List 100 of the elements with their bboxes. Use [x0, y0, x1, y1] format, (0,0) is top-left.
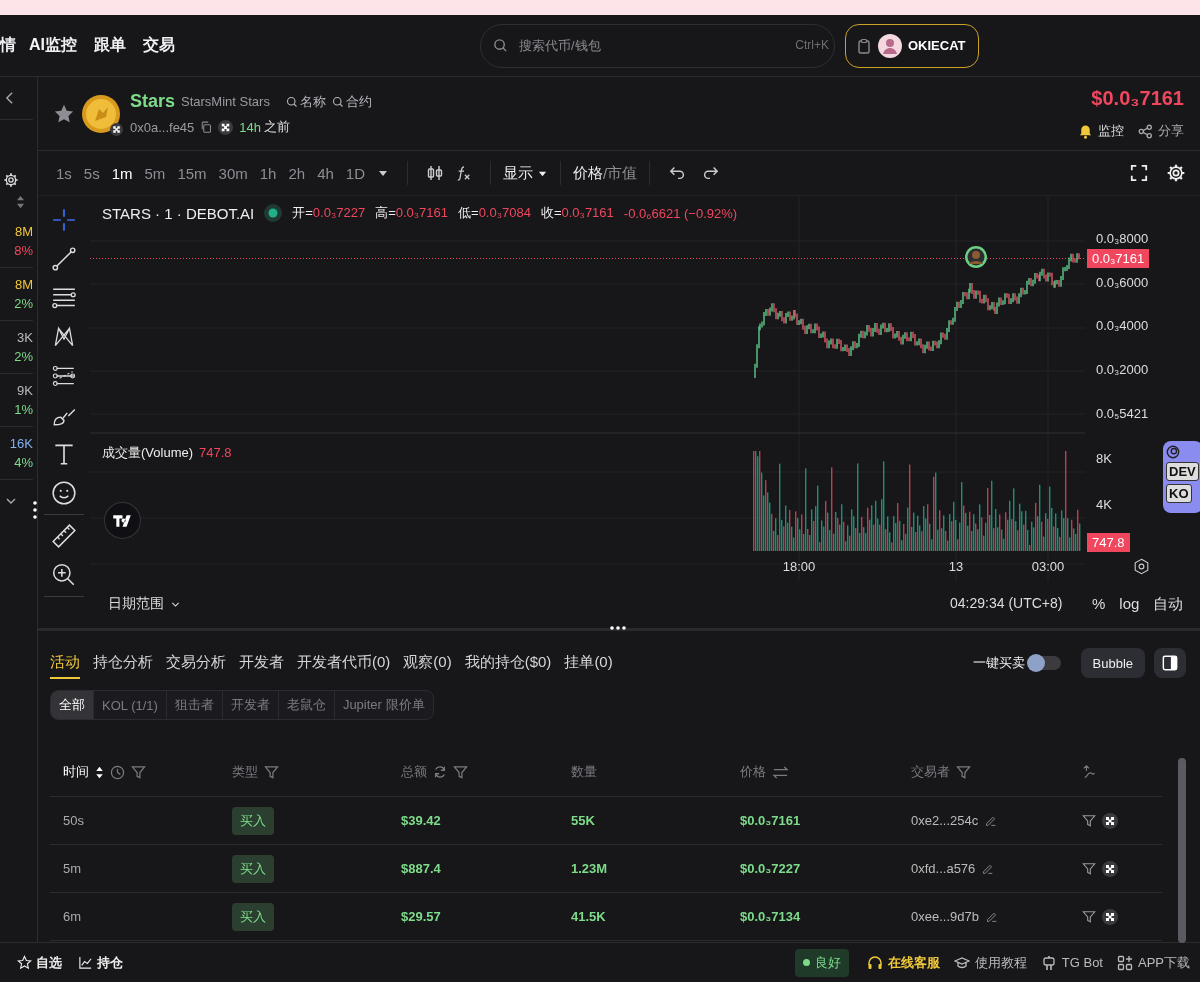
chain-icon[interactable]	[1102, 860, 1118, 877]
column-header[interactable]: 类型	[232, 763, 258, 781]
back-chevron-icon[interactable]	[5, 91, 14, 105]
emoji-icon[interactable]	[51, 480, 77, 506]
edit-icon[interactable]	[981, 862, 995, 875]
filter-tab[interactable]: Jupiter 限价单	[333, 691, 433, 719]
mode-toggle[interactable]: 市值	[607, 163, 638, 183]
fullscreen-icon[interactable]	[1130, 164, 1148, 182]
holdings-button[interactable]: 持仓	[78, 953, 123, 972]
tag-badge[interactable]: KO	[1166, 484, 1192, 503]
search-link[interactable]: 名称	[285, 92, 326, 111]
resize-handle-icon[interactable]	[610, 626, 626, 630]
token-price: $0.0₃7161	[1091, 87, 1184, 110]
nav-link[interactable]: 跟单	[94, 35, 126, 56]
search-link[interactable]: 合约	[331, 92, 372, 111]
account-button[interactable]: OKIECAT	[845, 23, 979, 68]
tradingview-logo-icon[interactable]	[104, 502, 141, 539]
column-header[interactable]: 数量	[571, 763, 597, 781]
trader-cell[interactable]: 0xe2...254c	[911, 813, 979, 828]
bot-link[interactable]: TG Bot	[1040, 954, 1103, 971]
interval-tab[interactable]: 1s	[50, 164, 78, 182]
panel-tab[interactable]: 挂单(0)	[564, 647, 613, 679]
filter-tab[interactable]: KOL (1/1)	[93, 691, 166, 719]
filter-icon[interactable]	[956, 764, 971, 780]
nav-link[interactable]: AI监控	[29, 35, 77, 56]
column-header[interactable]: 时间	[63, 763, 89, 781]
support-link[interactable]: 在线客服	[866, 953, 940, 972]
interval-tab[interactable]: 5m	[138, 164, 172, 182]
token-symbol: Stars	[130, 91, 176, 112]
interval-tab[interactable]: 1D	[339, 164, 371, 182]
interval-tab[interactable]: 1m	[105, 164, 139, 182]
panel-tab[interactable]: 观察(0)	[403, 647, 452, 679]
drag-handle-icon[interactable]	[33, 501, 37, 519]
filter-icon[interactable]	[264, 764, 279, 780]
refresh-icon[interactable]	[433, 765, 447, 779]
watchlist-button[interactable]: 自选	[17, 953, 62, 972]
zoom-in-icon[interactable]	[51, 562, 77, 588]
panel-tab[interactable]: 持仓分析	[93, 647, 153, 679]
interval-tab[interactable]: 4h	[311, 164, 340, 182]
interval-tab[interactable]: 1h	[253, 164, 283, 182]
ruler-icon[interactable]	[51, 523, 77, 549]
scale-option[interactable]: %	[1092, 595, 1106, 614]
filter-tab[interactable]: 开发者	[221, 691, 278, 719]
filter-tab[interactable]: 全部	[51, 691, 93, 719]
app-download-link[interactable]: APP下载	[1117, 953, 1190, 972]
clock-icon[interactable]	[110, 764, 125, 780]
filter-icon[interactable]	[453, 764, 468, 780]
date-range-dropdown[interactable]: 日期范围	[108, 595, 181, 613]
edit-icon[interactable]	[984, 910, 998, 923]
crosshair-icon[interactable]	[51, 207, 77, 233]
share-button[interactable]: 分享	[1138, 122, 1184, 140]
filter-icon[interactable]	[131, 764, 146, 780]
bubble-button[interactable]: Bubble	[1080, 648, 1145, 678]
chain-icon[interactable]	[1102, 812, 1118, 829]
trader-cell[interactable]: 0xfd...a576	[911, 861, 976, 876]
filter-icon[interactable]	[1082, 813, 1096, 828]
display-dropdown[interactable]: 显示	[503, 163, 548, 183]
interval-tab[interactable]: 5s	[77, 164, 106, 182]
tag-badge[interactable]: DEV	[1166, 462, 1199, 481]
scale-option[interactable]: 自动	[1153, 595, 1184, 614]
mode-toggle[interactable]: 价格	[573, 163, 603, 183]
trader-cell[interactable]: 0xee...9d7b	[911, 909, 979, 924]
panel-tab[interactable]: 我的持仓($0)	[464, 647, 552, 679]
quick-trade-toggle[interactable]	[1028, 656, 1061, 670]
monitor-button[interactable]: 监控	[1078, 122, 1124, 140]
panel-tab[interactable]: 交易分析	[166, 647, 226, 679]
sort-arrows-icon[interactable]	[95, 765, 104, 779]
volume-value: 8M	[14, 224, 33, 239]
token-age: 14h	[239, 119, 262, 135]
scale-option[interactable]: log	[1119, 595, 1140, 614]
panel-tab[interactable]: 开发者代币(0)	[297, 647, 391, 679]
column-header[interactable]: 交易者	[911, 763, 950, 781]
filter-icon[interactable]	[1082, 909, 1096, 924]
nav-link[interactable]: 交易	[143, 35, 175, 56]
swap-arrows-icon[interactable]	[772, 764, 789, 780]
edit-icon[interactable]	[984, 814, 998, 827]
scrollbar[interactable]	[1178, 758, 1186, 943]
panel-tab[interactable]: 开发者	[239, 647, 284, 679]
copy-icon[interactable]	[200, 121, 213, 133]
live-status-icon	[264, 204, 283, 222]
column-header[interactable]: 价格	[740, 763, 766, 781]
trend-line-icon[interactable]	[51, 246, 77, 272]
panel-tab[interactable]: 活动	[50, 647, 80, 679]
interval-tab[interactable]: 15m	[171, 164, 213, 182]
tutorial-link[interactable]: 使用教程	[953, 953, 1027, 972]
settings-icon[interactable]	[1166, 163, 1186, 183]
filter-icon[interactable]	[1082, 861, 1096, 876]
search-icon	[493, 37, 508, 53]
filter-tab[interactable]: 狙击者	[165, 691, 222, 719]
link-arrow-icon[interactable]	[1082, 764, 1098, 780]
chain-icon[interactable]	[1102, 908, 1118, 925]
filter-tab[interactable]: 老鼠仓	[277, 691, 334, 719]
column-header[interactable]: 总额	[401, 763, 427, 781]
settings-icon[interactable]	[3, 172, 19, 188]
axis-settings-icon[interactable]	[1133, 558, 1150, 575]
interval-tab[interactable]: 2h	[282, 164, 312, 182]
fib-levels-icon[interactable]	[51, 363, 77, 389]
side-panel-button[interactable]	[1154, 648, 1186, 678]
nav-link[interactable]: 情	[0, 35, 16, 56]
interval-tab[interactable]: 30m	[212, 164, 254, 182]
